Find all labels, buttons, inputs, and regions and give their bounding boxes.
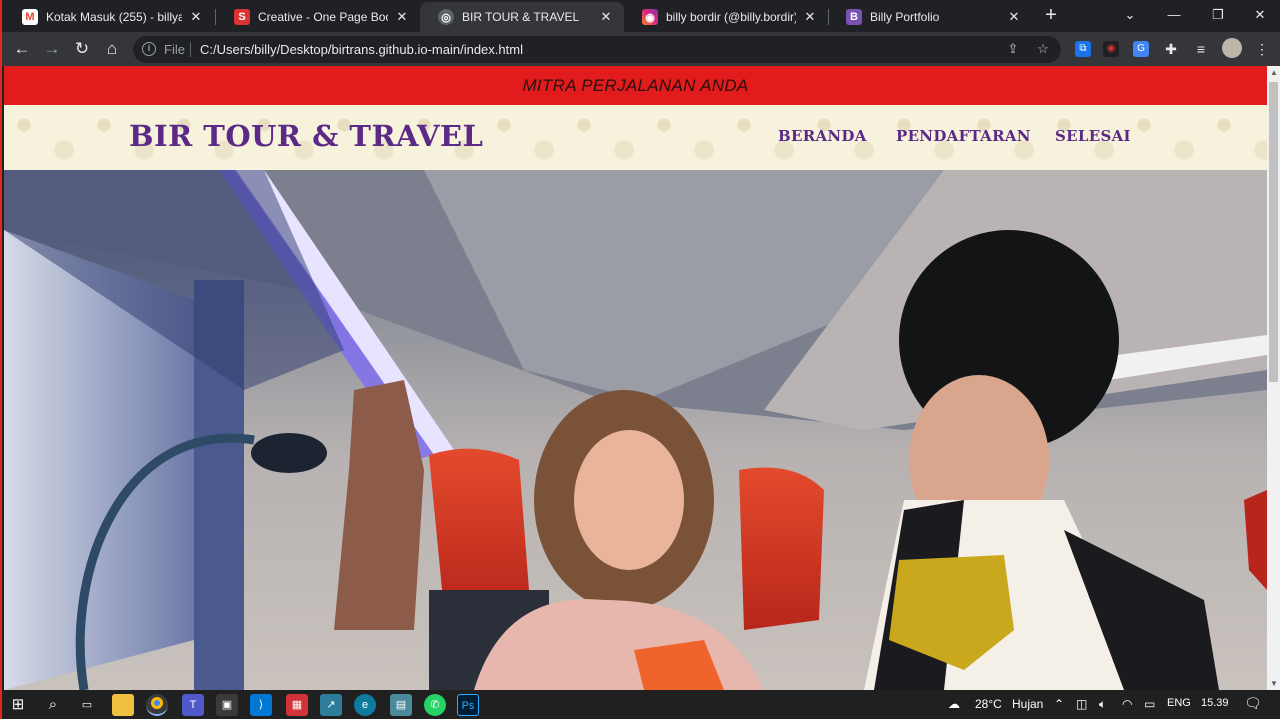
whatsapp-icon[interactable]: ✆ <box>424 694 446 716</box>
startbootstrap-icon: S <box>234 9 250 25</box>
close-icon[interactable]: ✕ <box>188 9 204 25</box>
tab-title: BIR TOUR & TRAVEL <box>462 10 580 24</box>
url-text[interactable]: C:/Users/billy/Desktop/birtrans.github.i… <box>200 42 523 57</box>
tab-portfolio[interactable]: B Billy Portfolio ✕ <box>828 2 1032 32</box>
task-view-icon[interactable]: ▭ <box>76 694 98 716</box>
close-icon[interactable]: ✕ <box>802 9 818 25</box>
weather-temp[interactable]: 28°C <box>975 697 1002 711</box>
notepad-icon[interactable]: ▤ <box>390 694 412 716</box>
tab-bir-tour[interactable]: ◎ BIR TOUR & TRAVEL ✕ <box>420 2 624 32</box>
app-icon[interactable]: ▣ <box>216 694 238 716</box>
tab-title: billy bordir (@billy.bordir) • I <box>666 10 796 24</box>
site-navbar: BIR TOUR & TRAVEL BERANDA PENDAFTARAN SE… <box>4 105 1267 170</box>
tab-title: Billy Portfolio <box>870 10 940 24</box>
close-icon[interactable]: ✕ <box>1006 9 1022 25</box>
vscode-icon[interactable]: ⟩ <box>250 694 272 716</box>
app-grid-icon[interactable]: ▦ <box>286 694 308 716</box>
extension-eye-icon[interactable]: ◉ <box>1103 41 1119 57</box>
file-explorer-icon[interactable] <box>112 694 134 716</box>
bootstrap-icon: B <box>846 9 862 25</box>
app-arrow-icon[interactable]: ↗ <box>320 694 342 716</box>
weather-icon[interactable]: ☁ <box>948 697 960 711</box>
nav-link-beranda[interactable]: BERANDA <box>778 127 867 145</box>
info-icon[interactable]: i <box>142 42 156 56</box>
browser-toolbar: ← → ↻ ⌂ i File C:/Users/billy/Desktop/bi… <box>2 32 1280 66</box>
extension-icon[interactable]: ⧉ <box>1075 41 1091 57</box>
scrollbar-thumb[interactable] <box>1269 82 1278 382</box>
meet-icon[interactable]: ◫ <box>1076 697 1087 711</box>
site-brand[interactable]: BIR TOUR & TRAVEL <box>129 119 483 153</box>
forward-button[interactable]: → <box>40 37 64 61</box>
volume-icon[interactable]: 🔈︎ <box>1099 697 1106 712</box>
extensions-puzzle-icon[interactable]: ✚ <box>1163 41 1179 57</box>
reading-list-icon[interactable]: ≡ <box>1193 41 1209 57</box>
windows-start-icon[interactable]: ⊞ <box>7 694 29 716</box>
bookmark-star-icon[interactable]: ☆ <box>1035 41 1051 57</box>
tab-title: Creative - One Page Bootstra <box>258 10 388 24</box>
translate-icon[interactable]: G <box>1133 41 1149 57</box>
edge-icon[interactable]: e <box>354 694 376 716</box>
search-icon[interactable]: ⌕ <box>42 694 64 716</box>
weather-text[interactable]: Hujan <box>1012 697 1043 711</box>
scheme-label: File <box>164 42 185 57</box>
tagline-text: MITRA PERJALANAN ANDA <box>522 76 749 95</box>
nav-link-pendaftaran[interactable]: PENDAFTARAN <box>896 127 1031 145</box>
windows-taskbar: ⊞ ⌕ ▭ T ▣ ⟩ ▦ ↗ e ▤ ✆ Ps ☁ 28°C Hujan ⌃ … <box>2 690 1280 719</box>
scroll-down-icon[interactable]: ▼ <box>1270 679 1278 688</box>
address-bar[interactable]: i File C:/Users/billy/Desktop/birtrans.g… <box>133 36 1061 63</box>
avatar[interactable] <box>1222 38 1242 58</box>
maximize-button[interactable]: ❐ <box>1196 0 1240 30</box>
chevron-up-icon[interactable]: ⌃ <box>1054 697 1064 711</box>
tab-strip: M Kotak Masuk (255) - billyantl ✕ S Crea… <box>2 0 1280 32</box>
bus-interior-illustration <box>4 170 1267 690</box>
language-indicator[interactable]: ENG <box>1167 697 1191 709</box>
photoshop-icon[interactable]: Ps <box>457 694 479 716</box>
close-window-button[interactable]: ✕ <box>1238 0 1280 30</box>
divider <box>190 42 191 57</box>
nav-link-selesai[interactable]: SELESAI <box>1055 127 1131 145</box>
more-menu-icon[interactable]: ⋮ <box>1254 41 1270 57</box>
scroll-up-icon[interactable]: ▲ <box>1270 68 1278 77</box>
tab-creative[interactable]: S Creative - One Page Bootstra ✕ <box>216 2 420 32</box>
hero-image <box>4 170 1267 690</box>
wifi-icon[interactable]: ◠ <box>1122 697 1132 711</box>
tagline-bar: MITRA PERJALANAN ANDA <box>4 66 1267 105</box>
tab-gmail[interactable]: M Kotak Masuk (255) - billyantl ✕ <box>4 2 214 32</box>
gmail-icon: M <box>22 9 38 25</box>
page-scrollbar[interactable]: ▲ ▼ <box>1267 66 1280 690</box>
battery-icon[interactable]: ▭ <box>1144 697 1155 711</box>
tab-title: Kotak Masuk (255) - billyantl <box>46 10 182 24</box>
close-icon[interactable]: ✕ <box>598 9 614 25</box>
reload-button[interactable]: ↻ <box>70 37 94 61</box>
minimize-button[interactable]: — <box>1152 0 1196 30</box>
tab-instagram[interactable]: ◉ billy bordir (@billy.bordir) • I ✕ <box>624 2 828 32</box>
teams-icon[interactable]: T <box>182 694 204 716</box>
clock[interactable]: 15.39 <box>1201 697 1229 709</box>
globe-icon: ◎ <box>438 9 454 25</box>
back-button[interactable]: ← <box>10 37 34 61</box>
chrome-icon[interactable] <box>146 694 168 716</box>
browser-window: M Kotak Masuk (255) - billyantl ✕ S Crea… <box>0 0 1280 719</box>
notification-icon[interactable]: 🗨︎ <box>1244 695 1262 712</box>
home-button[interactable]: ⌂ <box>100 37 124 61</box>
share-icon[interactable]: ⇪ <box>1005 41 1021 57</box>
instagram-icon: ◉ <box>642 9 658 25</box>
web-page: MITRA PERJALANAN ANDA BIR TOUR & TRAVEL … <box>4 66 1267 690</box>
close-icon[interactable]: ✕ <box>394 9 410 25</box>
tab-search-button[interactable]: ⌄ <box>1108 0 1152 30</box>
new-tab-button[interactable]: + <box>1040 4 1062 26</box>
